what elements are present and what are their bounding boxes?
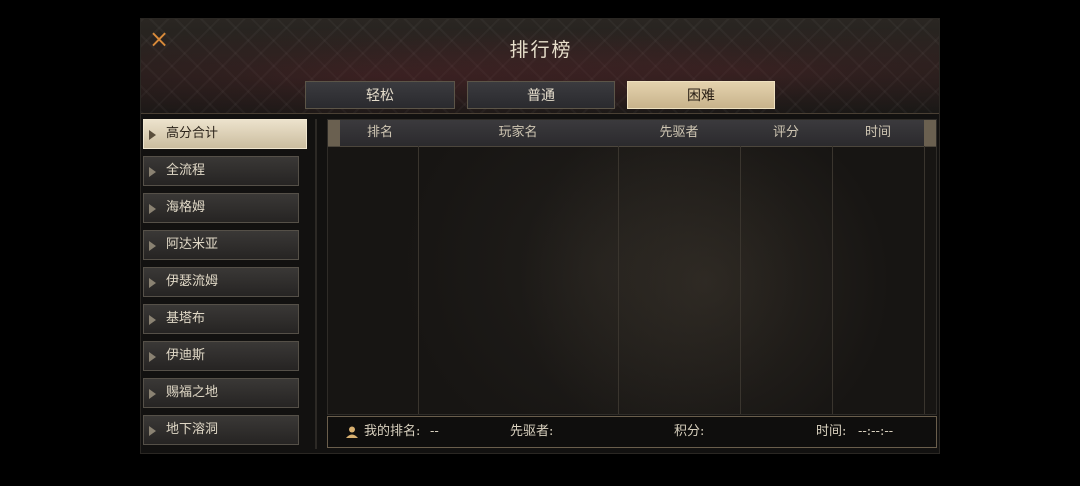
leaderboard-window: × 排行榜 轻松 普通 困难 高分合计 全流程 海格姆 阿达米亚 伊瑟流姆 基塔… — [140, 18, 940, 454]
sidebar-item-label: 高分合计 — [166, 126, 219, 141]
sidebar-item-region-3[interactable]: 伊瑟流姆 — [143, 267, 299, 297]
column-divider — [418, 146, 419, 414]
header-cap-left — [328, 120, 340, 146]
tab-label: 普通 — [527, 88, 555, 104]
sidebar-item-full-run[interactable]: 全流程 — [143, 156, 299, 186]
region-sidebar: 高分合计 全流程 海格姆 阿达米亚 伊瑟流姆 基塔布 伊迪斯 赐福之地 地下溶洞 — [141, 119, 309, 452]
sidebar-item-label: 基塔布 — [166, 311, 206, 326]
user-icon — [346, 426, 358, 438]
my-rank-bar: 我的排名: -- 先驱者: 积分: 时间: --:--:-- — [327, 416, 937, 448]
column-pioneer: 先驱者 — [659, 125, 699, 140]
leaderboard-table: 排名 玩家名 先驱者 评分 时间 — [327, 119, 937, 415]
column-divider — [924, 146, 925, 414]
tab-normal[interactable]: 普通 — [467, 81, 615, 109]
header-cap-right — [924, 120, 936, 146]
sidebar-item-label: 伊迪斯 — [166, 348, 206, 363]
sidebar-scrollbar[interactable] — [315, 119, 317, 449]
my-rank-value: -- — [430, 424, 439, 439]
time-value: --:--:-- — [858, 424, 894, 439]
sidebar-item-label: 地下溶洞 — [166, 422, 219, 437]
column-score: 评分 — [772, 125, 799, 140]
sidebar-item-label: 赐福之地 — [166, 385, 219, 400]
sidebar-item-region-7[interactable]: 地下溶洞 — [143, 415, 299, 445]
tab-hard[interactable]: 困难 — [627, 81, 775, 109]
sidebar-item-label: 全流程 — [166, 163, 206, 178]
tab-easy[interactable]: 轻松 — [305, 81, 455, 109]
column-divider — [740, 146, 741, 414]
sidebar-item-region-4[interactable]: 基塔布 — [143, 304, 299, 334]
my-rank-label: 我的排名: — [364, 424, 421, 439]
tab-label: 困难 — [687, 88, 715, 104]
sidebar-item-region-5[interactable]: 伊迪斯 — [143, 341, 299, 371]
window-title: 排行榜 — [509, 39, 573, 61]
time-label: 时间: — [816, 424, 847, 439]
sidebar-item-region-2[interactable]: 阿达米亚 — [143, 230, 299, 260]
sidebar-item-label: 阿达米亚 — [166, 237, 219, 252]
sidebar-item-total-score[interactable]: 高分合计 — [143, 119, 307, 149]
sidebar-item-label: 海格姆 — [166, 200, 206, 215]
column-player-name: 玩家名 — [498, 125, 538, 140]
score-label: 积分: — [674, 424, 705, 439]
column-time: 时间 — [864, 125, 891, 140]
window-header: × 排行榜 轻松 普通 困难 — [141, 19, 939, 114]
column-divider — [832, 146, 833, 414]
sidebar-item-region-6[interactable]: 赐福之地 — [143, 378, 299, 408]
tab-label: 轻松 — [366, 88, 394, 104]
pioneer-label: 先驱者: — [510, 424, 554, 439]
sidebar-item-region-1[interactable]: 海格姆 — [143, 193, 299, 223]
column-rank: 排名 — [366, 125, 393, 140]
sidebar-item-label: 伊瑟流姆 — [166, 274, 219, 289]
table-header: 排名 玩家名 先驱者 评分 时间 — [328, 120, 936, 147]
column-divider — [618, 146, 619, 414]
